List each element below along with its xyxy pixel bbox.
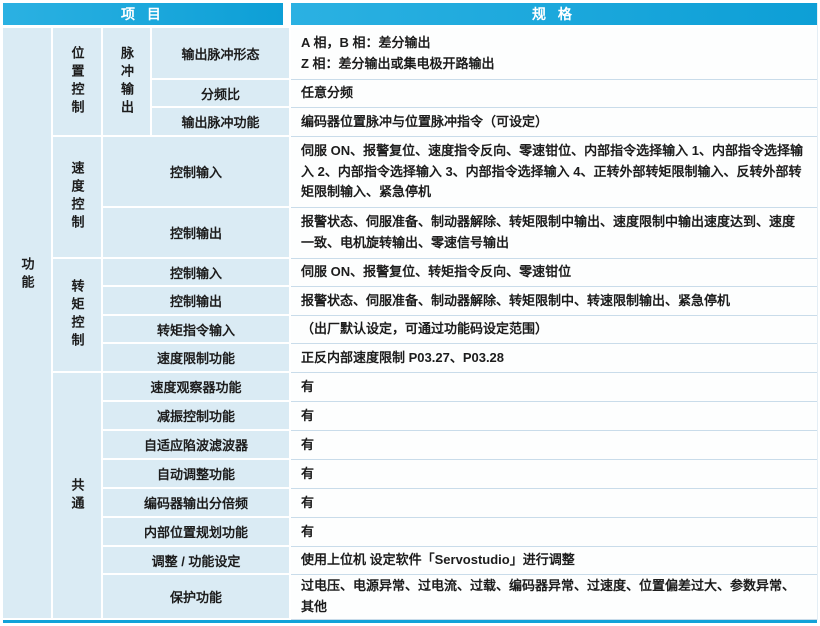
group-position-cell: 位置控制 (53, 28, 103, 137)
row-spec: 伺服 ON、报警复位、速度指令反向、零速钳位、内部指令选择输入 1、内部指令选择… (291, 137, 817, 208)
row-label: 编码器输出分倍频 (103, 489, 291, 518)
row-spec: 使用上位机 设定软件「Servostudio」进行调整 (291, 547, 817, 575)
row-spec: 有 (291, 373, 817, 402)
row-spec: 编码器位置脉冲与位置脉冲指令（可设定） (291, 108, 817, 137)
row-spec: 有 (291, 489, 817, 518)
row-spec: 正反内部速度限制 P03.27、P03.28 (291, 344, 817, 373)
row-label: 自动调整功能 (103, 460, 291, 489)
row-label: 控制输出 (103, 287, 291, 316)
spec-table: 项 目 规 格 功能 位置控制 脉冲输出 速度控制 转矩控制 共通 输出脉冲形态… (3, 3, 818, 620)
group-function-label: 功能 (21, 257, 34, 293)
row-label: 转矩指令输入 (103, 316, 291, 344)
row-label: 控制输出 (103, 208, 291, 259)
row-spec: 报警状态、伺服准备、制动器解除、转矩限制中输出、速度限制中输出速度达到、速度一致… (291, 208, 817, 259)
header-spec-cell: 规 格 (291, 3, 817, 28)
row-label: 控制输入 (103, 259, 291, 287)
row-spec: A 相，B 相：差分输出 Z 相：差分输出或集电极开路输出 (291, 28, 817, 80)
row-spec: 过电压、电源异常、过电流、过载、编码器异常、过速度、位置偏差过大、参数异常、其他 (291, 575, 817, 620)
row-label: 保护功能 (103, 575, 291, 620)
group-speed-label: 速度控制 (71, 161, 84, 233)
row-label: 自适应陷波滤波器 (103, 431, 291, 460)
row-label: 控制输入 (103, 137, 291, 208)
row-label: 速度限制功能 (103, 344, 291, 373)
row-spec: 报警状态、伺服准备、制动器解除、转矩限制中、转速限制输出、紧急停机 (291, 287, 817, 316)
page: 项 目 规 格 功能 位置控制 脉冲输出 速度控制 转矩控制 共通 输出脉冲形态… (0, 0, 820, 626)
row-spec: 有 (291, 518, 817, 547)
group-pulse-output-label: 脉冲输出 (120, 46, 133, 118)
row-label: 内部位置规划功能 (103, 518, 291, 547)
group-torque-label: 转矩控制 (71, 279, 84, 351)
table-bottom-accent-bar (3, 620, 817, 623)
row-label: 输出脉冲形态 (152, 28, 291, 80)
row-label: 分频比 (152, 80, 291, 108)
group-position-label: 位置控制 (71, 46, 84, 118)
row-label: 输出脉冲功能 (152, 108, 291, 137)
row-spec: 有 (291, 431, 817, 460)
row-label: 速度观察器功能 (103, 373, 291, 402)
row-spec: 有 (291, 402, 817, 431)
row-spec: 伺服 ON、报警复位、转矩指令反向、零速钳位 (291, 259, 817, 287)
header-item-cell: 项 目 (3, 3, 291, 28)
row-spec: 任意分频 (291, 80, 817, 108)
row-label: 调整 / 功能设定 (103, 547, 291, 575)
row-label: 减振控制功能 (103, 402, 291, 431)
row-spec: （出厂默认设定，可通过功能码设定范围） (291, 316, 817, 344)
group-torque-cell: 转矩控制 (53, 259, 103, 373)
group-common-cell: 共通 (53, 373, 103, 620)
group-common-label: 共通 (71, 478, 84, 514)
group-speed-cell: 速度控制 (53, 137, 103, 259)
row-spec: 有 (291, 460, 817, 489)
group-pulse-output-cell: 脉冲输出 (103, 28, 152, 137)
group-function-cell: 功能 (3, 28, 53, 620)
